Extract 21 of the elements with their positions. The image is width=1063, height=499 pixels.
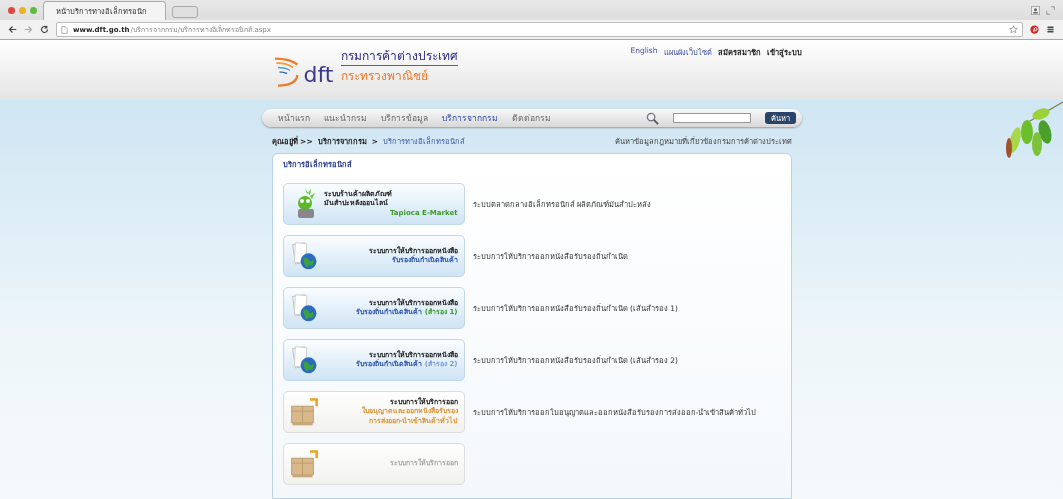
back-icon[interactable] [8,25,17,34]
nav-menu-item[interactable]: แนะนำกรม [323,111,367,125]
reload-icon[interactable] [40,25,49,34]
new-tab-button[interactable] [172,6,198,18]
nav-menu-item[interactable]: บริการจากกรม [441,111,498,125]
profile-icon[interactable] [1031,5,1040,15]
search-icon [645,111,659,125]
forward-icon[interactable] [24,25,33,34]
page-icon [61,25,68,34]
pin-extension-icon[interactable] [1030,25,1039,34]
organization-name: กรมการค้าต่างประเทศ [341,46,459,66]
logo-text: dft [303,64,334,86]
nav-menu-item[interactable]: บริการข้อมูล [380,111,428,125]
nav-menu-item[interactable]: ติดต่อกรม [511,111,551,125]
search-field[interactable] [672,113,751,123]
menu-icon[interactable] [1046,25,1055,34]
nav-menu-item[interactable]: หน้าแรก [277,111,310,125]
ministry-name: กระทรวงพาณิชย์ [341,68,430,85]
window-controls-icon[interactable] [8,6,37,14]
bookmark-star-icon[interactable] [1009,25,1018,34]
fullscreen-icon[interactable] [1046,5,1055,15]
